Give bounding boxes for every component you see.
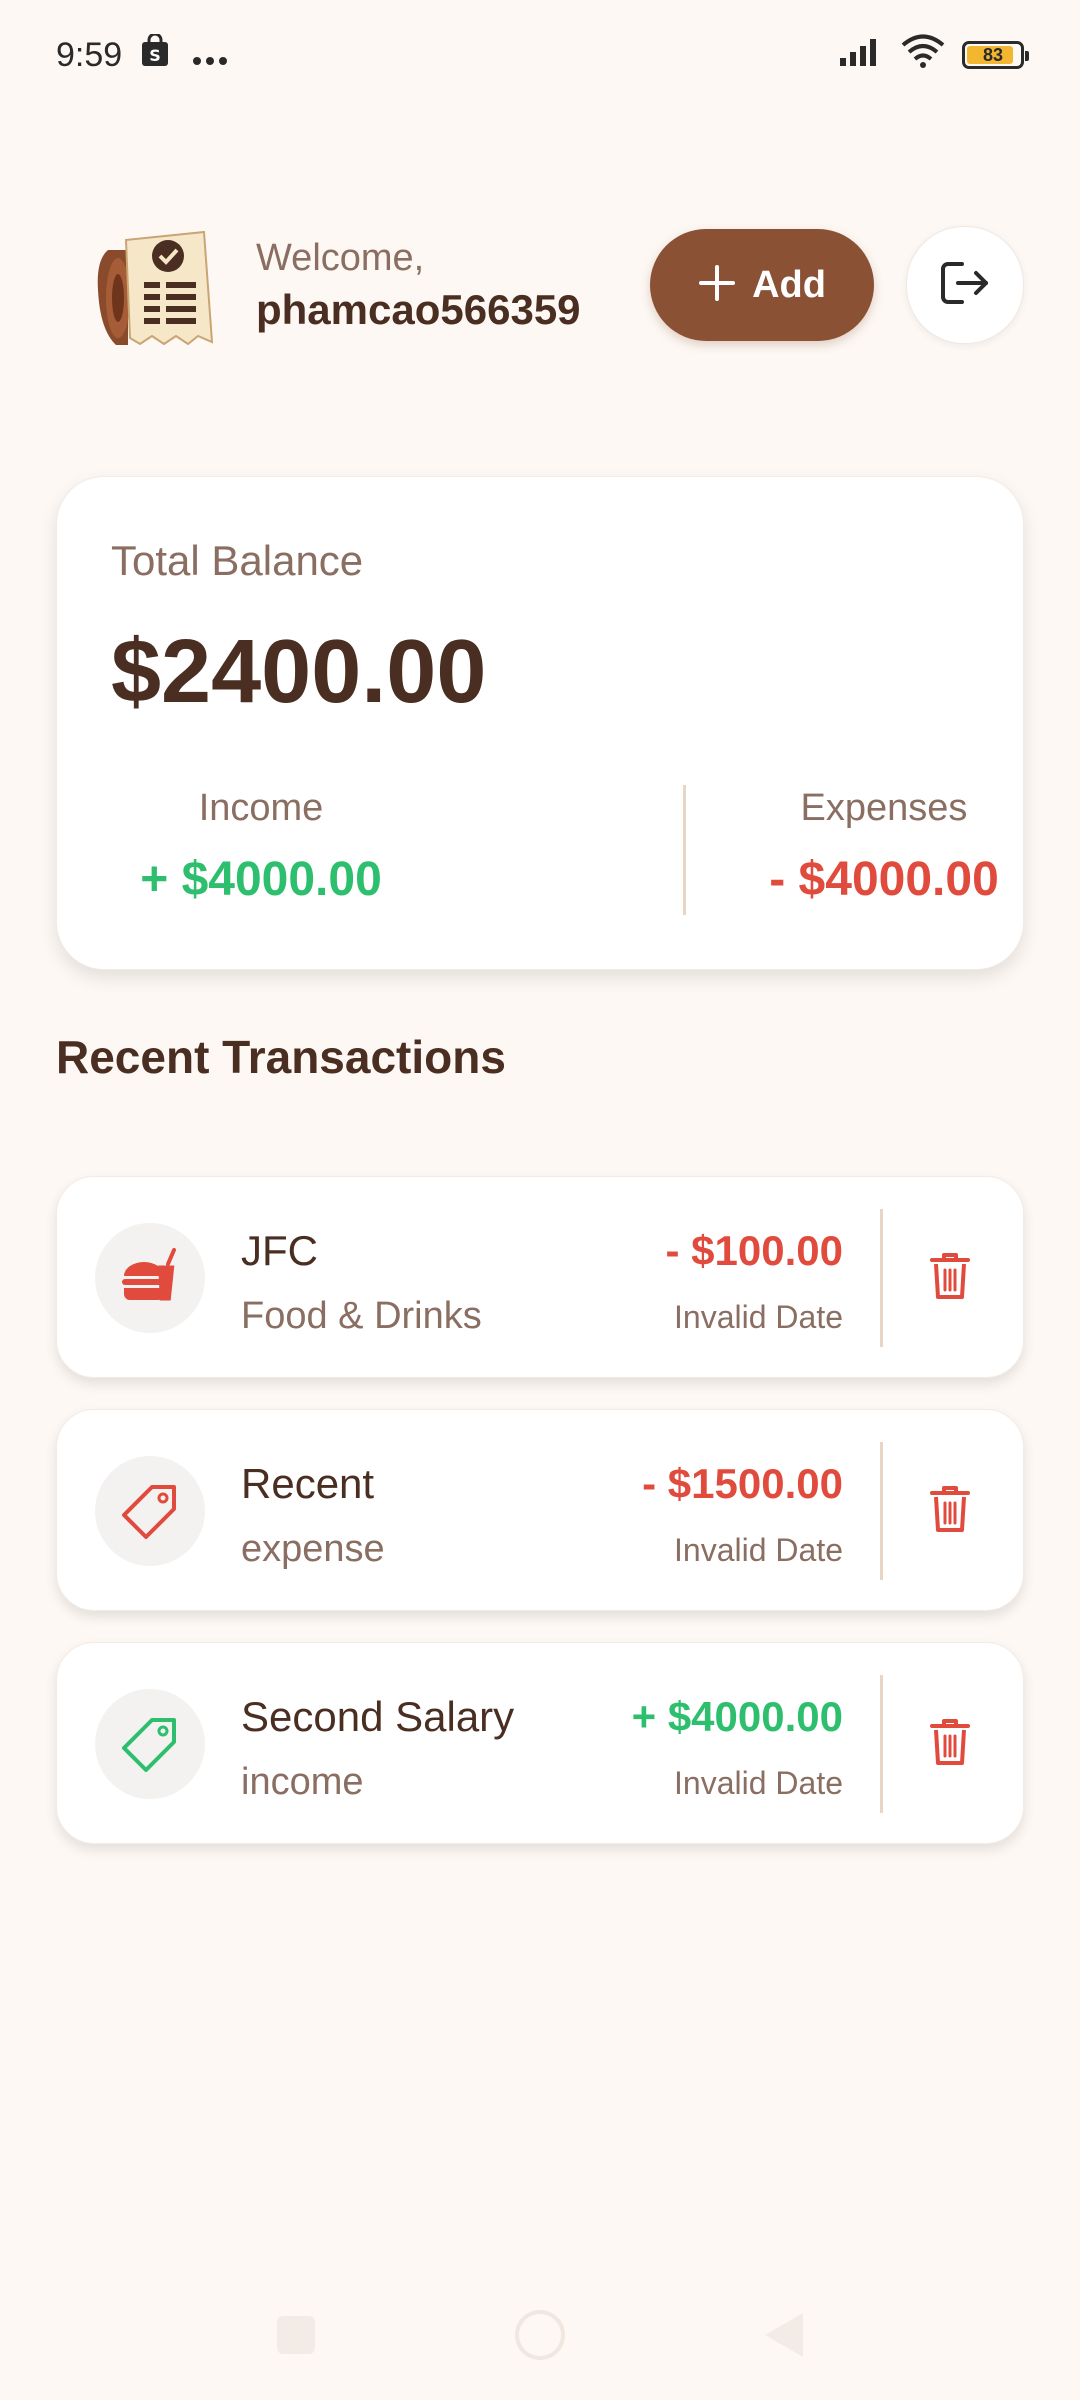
trash-icon (928, 1250, 972, 1307)
transaction-amount: - $100.00 (665, 1227, 843, 1274)
add-button-label: Add (752, 263, 826, 306)
logout-button[interactable] (906, 226, 1024, 344)
transaction-category: Food & Drinks (241, 1295, 482, 1337)
expense-value: - $4000.00 (769, 853, 999, 906)
stat-divider (683, 785, 686, 915)
expense-label: Expenses (800, 787, 968, 829)
logout-icon (938, 258, 992, 313)
expense-summary: Expenses - $4000.00 (699, 787, 1069, 907)
battery-icon: 83 (962, 41, 1029, 69)
transaction-title: Second Salary (241, 1693, 515, 1740)
transaction-date: Invalid Date (674, 1532, 843, 1568)
recent-transactions-title: Recent Transactions (56, 1031, 506, 1083)
tag-icon (95, 1689, 205, 1799)
transaction-card[interactable]: Recent expense - $1500.00 Invalid Date (56, 1409, 1024, 1611)
more-icon (192, 36, 228, 75)
header: Welcome, phamcao566359 Add (56, 210, 1024, 360)
trash-icon (928, 1483, 972, 1540)
status-time: 9:59 (56, 35, 123, 74)
transaction-amount: + $4000.00 (631, 1693, 843, 1740)
system-nav-bar (0, 2290, 1080, 2380)
total-balance-label: Total Balance (111, 537, 364, 584)
transaction-amount: - $1500.00 (642, 1460, 843, 1507)
welcome-text: Welcome, (256, 236, 425, 279)
recent-apps-button[interactable] (277, 2316, 315, 2354)
trash-icon (928, 1716, 972, 1773)
wifi-icon (900, 34, 946, 77)
transaction-date: Invalid Date (674, 1765, 843, 1801)
username: phamcao566359 (256, 285, 581, 333)
home-button[interactable] (515, 2310, 565, 2360)
transaction-card[interactable]: Second Salary income + $4000.00 Invalid … (56, 1642, 1024, 1844)
transaction-divider (880, 1675, 883, 1813)
income-label: Income (198, 787, 324, 829)
balance-card: Total Balance $2400.00 Income + $4000.00… (56, 476, 1024, 970)
shopping-bag-icon: S (140, 32, 170, 77)
transaction-date: Invalid Date (674, 1299, 843, 1335)
transaction-category: income (241, 1761, 364, 1803)
delete-button[interactable] (915, 1709, 985, 1779)
svg-text:S: S (149, 46, 161, 65)
back-button[interactable] (765, 2313, 803, 2357)
welcome-block: Welcome, phamcao566359 (256, 237, 581, 334)
food-drinks-icon (95, 1223, 205, 1333)
app-logo-icon (86, 210, 226, 360)
battery-level: 83 (982, 44, 1004, 65)
transaction-card[interactable]: JFC Food & Drinks - $100.00 Invalid Date (56, 1176, 1024, 1378)
delete-button[interactable] (915, 1243, 985, 1313)
transaction-divider (880, 1209, 883, 1347)
total-balance-amount: $2400.00 (111, 622, 487, 722)
add-button[interactable]: Add (650, 229, 874, 341)
status-bar: 9:59 S 83 (0, 0, 1080, 110)
delete-button[interactable] (915, 1476, 985, 1546)
tag-icon (95, 1456, 205, 1566)
transaction-category: expense (241, 1528, 385, 1570)
plus-icon (698, 259, 736, 311)
income-value: + $4000.00 (140, 853, 382, 906)
signal-icon (838, 36, 884, 75)
transaction-title: JFC (241, 1227, 318, 1274)
income-summary: Income + $4000.00 (111, 787, 411, 907)
transaction-title: Recent (241, 1460, 375, 1507)
transaction-divider (880, 1442, 883, 1580)
